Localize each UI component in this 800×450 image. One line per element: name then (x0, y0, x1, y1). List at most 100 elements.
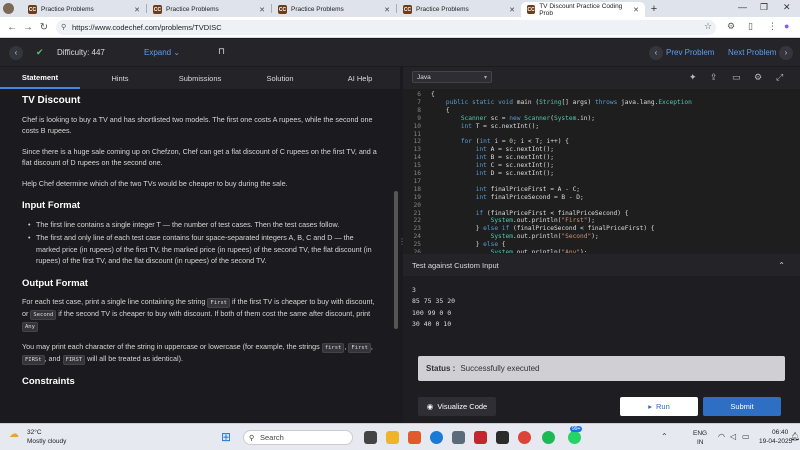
forward-icon[interactable]: → (20, 22, 36, 33)
taskbar-search-input[interactable]: ⚲ Search (243, 430, 353, 445)
play-icon: ▸ (648, 402, 652, 411)
search-icon: ⚲ (249, 434, 255, 442)
app-icon[interactable] (496, 431, 509, 444)
prev-arrow-icon: ‹ (649, 45, 663, 60)
upload-icon[interactable]: ⇪ (710, 72, 718, 83)
extensions-icon[interactable]: ⚙ (727, 21, 735, 32)
tab-ai-help[interactable]: AI Help (320, 67, 400, 89)
wifi-icon[interactable]: ◠ (718, 432, 725, 441)
code-line: int finalPriceFirst = A - C; (475, 185, 581, 193)
submit-button[interactable]: Submit (703, 397, 781, 416)
battery-icon[interactable]: ▭ (742, 432, 750, 441)
bookmark-icon[interactable]: ⊓ (218, 46, 225, 57)
reload-icon[interactable]: ↻ (36, 22, 52, 33)
app-icon[interactable] (408, 431, 421, 444)
magic-wand-icon[interactable]: ✦ (689, 72, 697, 83)
star-icon[interactable]: ☆ (704, 21, 712, 32)
spotify-icon[interactable] (542, 431, 555, 444)
address-bar: ← → ↻ ⚲ https://www.codechef.com/problems… (0, 17, 800, 38)
url-input[interactable]: ⚲ https://www.codechef.com/problems/TVDIS… (56, 20, 716, 35)
window-close-icon[interactable]: ✕ (783, 2, 791, 13)
settings-app-icon[interactable] (452, 431, 465, 444)
codechef-favicon-icon: CC (527, 5, 536, 14)
browser-tab-2[interactable]: CC Practice Problems ✕ (147, 2, 271, 17)
list-item: The first and only line of each test cas… (28, 232, 378, 267)
chrome-icon[interactable] (518, 431, 531, 444)
weather-icon[interactable]: ☁ (9, 429, 19, 440)
close-icon[interactable]: ✕ (509, 6, 515, 14)
statement-scrollbar[interactable] (394, 191, 398, 329)
browser-tab-3[interactable]: CC Practice Problems ✕ (272, 2, 396, 17)
sidebar-icon[interactable]: ▯ (748, 21, 753, 32)
close-icon[interactable]: ✕ (134, 6, 140, 14)
close-icon[interactable]: ✕ (384, 6, 390, 14)
code-line: } else { (431, 241, 506, 249)
back-icon[interactable]: ← (4, 22, 20, 33)
code-editor[interactable]: 6 {7 public static void main (String[] ar… (403, 89, 800, 253)
language-select[interactable]: Java ▾ (412, 71, 492, 83)
settings-icon[interactable]: ⚙ (754, 72, 762, 83)
volume-icon[interactable]: ◁ (730, 432, 736, 441)
windows-start-icon[interactable]: ⊞ (221, 430, 231, 444)
new-tab-icon[interactable]: + (645, 3, 663, 15)
browser-tab-5-active[interactable]: CC TV Discount Practice Coding Prob ✕ (521, 2, 645, 17)
line-number: 16 (413, 170, 421, 177)
custom-input-header[interactable]: Test against Custom Input ⌃ (403, 254, 800, 276)
resize-handle-icon[interactable]: ⋮ (398, 237, 406, 246)
edge-icon[interactable] (430, 431, 443, 444)
windows-taskbar: ☁ 32°C Mostly cloudy ⊞ ⚲ Search 99+ ⌃ ENG… (0, 423, 800, 450)
code-snippet: first (321, 343, 345, 353)
custom-input-textarea[interactable]: 3 85 75 35 20 100 99 0 0 30 40 0 10 (412, 285, 455, 330)
profile-avatar[interactable] (3, 3, 14, 14)
prev-problem-button[interactable]: Prev Problem (666, 48, 714, 57)
mcafee-icon[interactable] (474, 431, 487, 444)
code-line: System.out.println("Second"); (490, 233, 599, 241)
code-line: } else if (finalPriceSecond < finalPrice… (431, 225, 655, 233)
expand-button[interactable]: Expand ⌄ (144, 48, 180, 57)
tab-statement[interactable]: Statement (0, 67, 80, 89)
maximize-icon[interactable]: ❐ (760, 2, 768, 13)
input-line: 100 99 0 0 (412, 308, 452, 317)
browser-tab-strip: CC Practice Problems ✕ CC Practice Problems… (0, 0, 800, 17)
tray-chevron-icon[interactable]: ⌃ (661, 432, 668, 441)
close-icon[interactable]: ✕ (259, 6, 265, 14)
constraints-heading: Constraints (22, 376, 75, 387)
menu-icon[interactable]: ⋮ (768, 21, 777, 32)
run-button[interactable]: ▸ Run (620, 397, 698, 416)
check-icon: ✔ (36, 47, 44, 57)
code-line: for (int i = 0; i < T; i++) { (460, 138, 569, 146)
browser-tab-4[interactable]: CC Practice Problems ✕ (397, 2, 521, 17)
line-number: 26 (413, 249, 421, 253)
language-indicator[interactable]: ENG (693, 430, 707, 437)
comment-icon[interactable]: ▭ (732, 72, 741, 83)
copilot-icon[interactable]: ● (784, 21, 789, 31)
clock-time[interactable]: 06:40 (772, 429, 788, 436)
next-problem-button[interactable]: Next Problem (728, 48, 776, 57)
fullscreen-icon[interactable]: ⤢ (776, 72, 783, 83)
tab-submissions[interactable]: Submissions (160, 67, 240, 89)
line-number: 7 (417, 98, 421, 106)
statement-content: TV Discount Chef is looking to buy a TV … (22, 95, 378, 395)
file-explorer-icon[interactable] (386, 431, 399, 444)
output-format-heading: Output Format (22, 277, 88, 289)
tab-hints[interactable]: Hints (80, 67, 160, 89)
site-info-icon[interactable]: ⚲ (61, 23, 66, 31)
caret-down-icon: ▾ (483, 74, 487, 81)
line-number: 13 (413, 146, 421, 154)
status-value: Successfully executed (460, 364, 540, 373)
tab-solution[interactable]: Solution (240, 67, 320, 89)
task-view-icon[interactable] (364, 431, 377, 444)
whatsapp-icon[interactable] (568, 431, 581, 444)
notifications-icon[interactable]: 🔔︎ (790, 432, 800, 441)
code-snippet: Second (30, 310, 57, 320)
line-number: 11 (413, 130, 421, 138)
visualize-code-button[interactable]: ◉ Visualize Code (418, 397, 496, 416)
minimize-icon[interactable]: — (738, 2, 747, 12)
eye-icon: ◉ (426, 402, 434, 411)
collapse-icon[interactable]: ‹ (9, 45, 23, 60)
statement-paragraph: Since there is a huge sale coming up on … (22, 146, 377, 168)
statement-tabs: Statement Hints Submissions Solution AI … (0, 67, 400, 89)
chevron-up-icon[interactable]: ⌃ (778, 261, 785, 270)
browser-tab-1[interactable]: CC Practice Problems ✕ (22, 2, 146, 17)
close-icon[interactable]: ✕ (633, 6, 639, 14)
